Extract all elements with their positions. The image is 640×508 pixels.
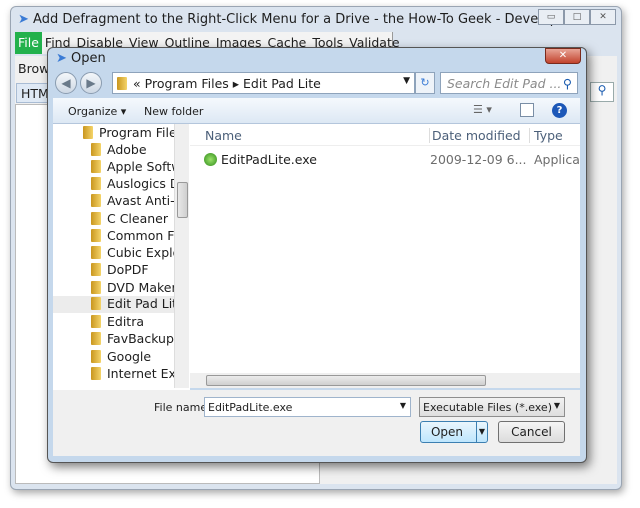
folder-icon (117, 77, 127, 90)
window-controls: ▭ □ ✕ (538, 9, 616, 25)
preview-pane-icon[interactable] (520, 103, 534, 117)
chevron-down-icon[interactable]: ▼ (400, 401, 406, 410)
minimize-button[interactable]: ▭ (538, 9, 564, 25)
nav-label: C Cleaner (107, 211, 169, 226)
file-type: Applicat (534, 152, 580, 167)
nav-label: FavBackup (107, 331, 174, 346)
chevron-down-icon[interactable]: ▼ (554, 401, 560, 410)
nav-label: Adobe (107, 142, 147, 157)
file-type-value: Executable Files (*.exe) (423, 401, 552, 414)
nav-scrollbar[interactable] (174, 124, 189, 388)
dialog-app-icon: ➤ (56, 51, 72, 66)
maximize-button[interactable]: □ (564, 9, 590, 25)
nav-label: Program Files (99, 125, 184, 140)
folder-icon (91, 315, 101, 328)
open-dropdown-arrow[interactable]: ▼ (476, 422, 487, 442)
nav-label: DoPDF (107, 262, 149, 277)
folder-icon (91, 297, 101, 310)
folder-icon (91, 212, 101, 225)
file-type-select[interactable]: Executable Files (*.exe) ▼ (419, 397, 565, 417)
nav-label: Avast Anti-V (107, 193, 183, 208)
search-icon: ⚲ (562, 76, 572, 91)
column-date-modified[interactable]: Date modified (429, 128, 521, 143)
folder-icon (91, 143, 101, 156)
window-title-text: Add Defragment to the Right-Click Menu f… (33, 12, 608, 27)
cancel-button[interactable]: Cancel (498, 421, 565, 443)
search-icon[interactable]: ⚲ (590, 82, 614, 102)
nav-label: Editra (107, 314, 145, 329)
close-button[interactable]: ✕ (590, 9, 616, 25)
window-title: ➤ Add Defragment to the Right-Click Menu… (18, 12, 608, 27)
app-icon: ➤ (18, 12, 34, 27)
organize-button[interactable]: Organize ▾ (68, 105, 126, 118)
dialog-footer: File name: EditPadLite.exe ▼ Executable F… (53, 390, 580, 456)
scrollbar-thumb[interactable] (177, 182, 188, 218)
refresh-button[interactable]: ↻ (415, 72, 435, 94)
help-icon[interactable]: ? (552, 103, 567, 118)
open-button[interactable]: Open ▼ (420, 421, 488, 443)
file-name-input[interactable]: EditPadLite.exe ▼ (204, 397, 411, 417)
back-button[interactable]: ◀ (55, 72, 77, 94)
search-input[interactable]: Search Edit Pad ... ⚲ (440, 72, 578, 94)
folder-icon (91, 350, 101, 363)
view-options-icon[interactable]: ☰ ▾ (473, 103, 492, 116)
nav-label: Edit Pad Lit (107, 296, 174, 311)
folder-icon (91, 263, 101, 276)
navigation-pane: Program Files Adobe Apple Softw Auslogic… (53, 124, 190, 390)
folder-icon (91, 194, 101, 207)
file-horizontal-scrollbar[interactable] (190, 373, 580, 388)
folder-icon (91, 332, 101, 345)
forward-button[interactable]: ▶ (80, 72, 102, 94)
command-bar: Organize ▾ New folder ☰ ▾ ? (53, 98, 580, 124)
folder-icon (91, 281, 101, 294)
nav-label: Auslogics D (107, 176, 180, 191)
breadcrumb-program-files[interactable]: Program Files (145, 76, 229, 91)
nav-label: Apple Softw (107, 159, 182, 174)
column-type[interactable]: Type (529, 128, 563, 143)
scrollbar-thumb[interactable] (206, 375, 486, 386)
folder-icon (91, 229, 101, 242)
dialog-title: ➤ Open (56, 51, 106, 66)
chevron-down-icon[interactable]: ▼ (403, 76, 410, 86)
file-name: EditPadLite.exe (220, 152, 317, 167)
dialog-close-button[interactable]: ✕ (545, 48, 581, 64)
column-name[interactable]: Name (205, 128, 242, 143)
file-row[interactable]: EditPadLite.exe 2009-12-09 6... Applicat (204, 152, 580, 170)
file-name-value: EditPadLite.exe (208, 401, 293, 414)
file-list: Name Date modified Type EditPadLite.exe … (190, 124, 580, 374)
folder-icon (91, 160, 101, 173)
address-overflow[interactable]: « (133, 76, 141, 91)
folder-icon (91, 367, 101, 380)
dialog-title-text: Open (71, 51, 106, 66)
folder-icon (91, 177, 101, 190)
browser-mode-label: Brow (18, 61, 50, 76)
search-placeholder: Search Edit Pad ... (447, 76, 562, 91)
nav-label: DVD Maker (107, 280, 177, 295)
nav-item-selected[interactable]: Edit Pad Lit (53, 296, 174, 313)
nav-label: Internet Exp (107, 366, 184, 381)
nav-label: Common Fil (107, 228, 181, 243)
file-name-label: File name: (154, 401, 211, 414)
new-folder-button[interactable]: New folder (144, 105, 203, 118)
open-label: Open (430, 425, 464, 439)
nav-label: Google (107, 349, 152, 364)
column-header: Name Date modified Type (190, 124, 580, 146)
address-bar[interactable]: « Program Files ▸ Edit Pad Lite ▼ (112, 72, 415, 94)
file-date: 2009-12-09 6... (430, 152, 527, 167)
exe-file-icon (204, 153, 217, 166)
folder-icon (91, 246, 101, 259)
menu-file[interactable]: File (15, 32, 42, 54)
breadcrumb-edit-pad-lite[interactable]: Edit Pad Lite (243, 76, 321, 91)
folder-icon (83, 126, 93, 139)
